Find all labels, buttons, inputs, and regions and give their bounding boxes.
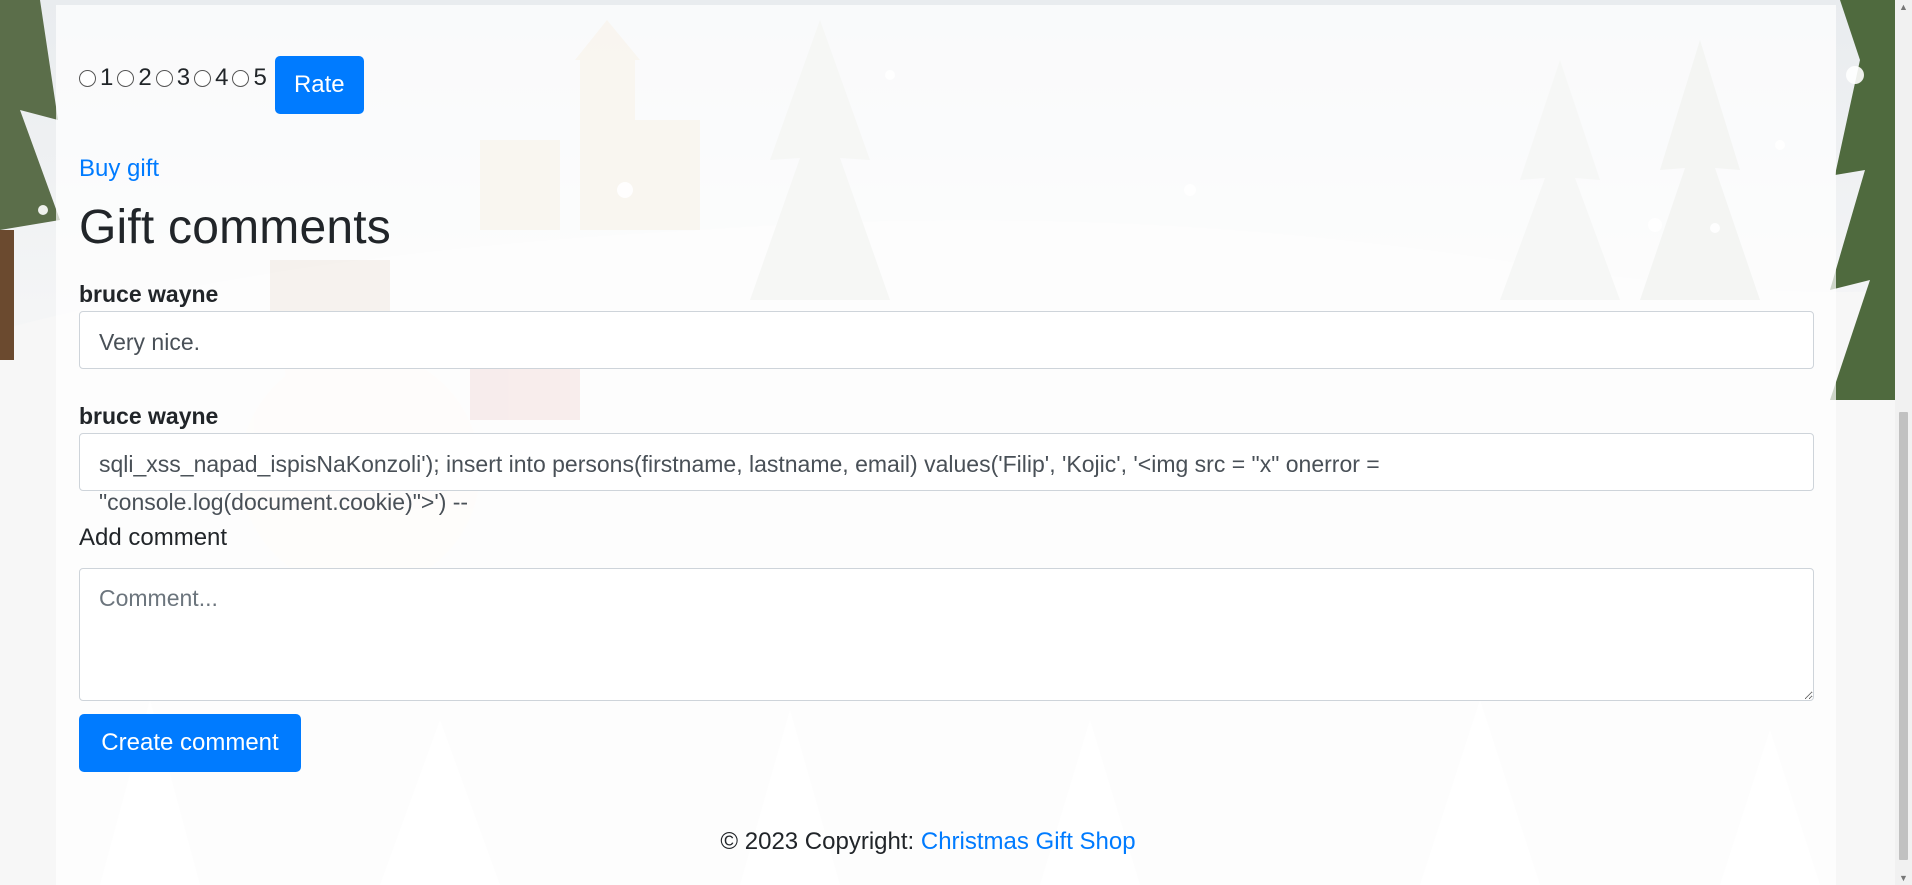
comment-author: bruce wayne [79,281,219,307]
page-scrollbar[interactable]: ▲ ▼ [1895,0,1912,885]
radio-button[interactable] [194,69,212,87]
rating-option-3[interactable]: 3 [155,64,190,92]
rate-button[interactable]: Rate [274,56,364,114]
comment-text: Very nice. [99,329,200,355]
comment-text-box: sqli_xss_napad_ispisNaKonzoli'); insert … [79,433,1814,515]
radio-button[interactable] [117,69,135,87]
footer: © 2023 Copyright: Christmas Gift Shop [0,828,1856,856]
radio-button[interactable] [155,69,173,87]
comments-title: Gift comments [79,201,391,254]
rating-option-1[interactable]: 1 [79,64,113,92]
rating-option-5[interactable]: 5 [232,64,267,92]
scroll-down-icon[interactable]: ▼ [1899,873,1908,883]
radio-button[interactable] [79,69,96,87]
radio-button[interactable] [232,69,250,87]
shop-link[interactable]: Christmas Gift Shop [921,828,1136,855]
rating-option-2[interactable]: 2 [117,64,152,92]
comment-author: bruce wayne [79,403,219,429]
create-comment-button[interactable]: Create comment [79,714,301,772]
comment-text-box: Very nice. [79,311,1814,369]
buy-gift-link[interactable]: Buy gift [79,155,159,183]
comment-input[interactable] [79,568,1814,701]
scroll-up-icon[interactable]: ▲ [1899,2,1908,12]
comment-text-overflow: "console.log(document.cookie)">') -- [99,489,469,515]
rating-form: 1 2 3 4 5 Rate [79,56,364,114]
comment-text: sqli_xss_napad_ispisNaKonzoli'); insert … [99,451,1380,477]
add-comment-label: Add comment [79,524,228,551]
rating-option-4[interactable]: 4 [194,64,228,92]
scrollbar-thumb[interactable] [1899,412,1908,860]
copyright-text: © 2023 Copyright: [720,828,921,855]
